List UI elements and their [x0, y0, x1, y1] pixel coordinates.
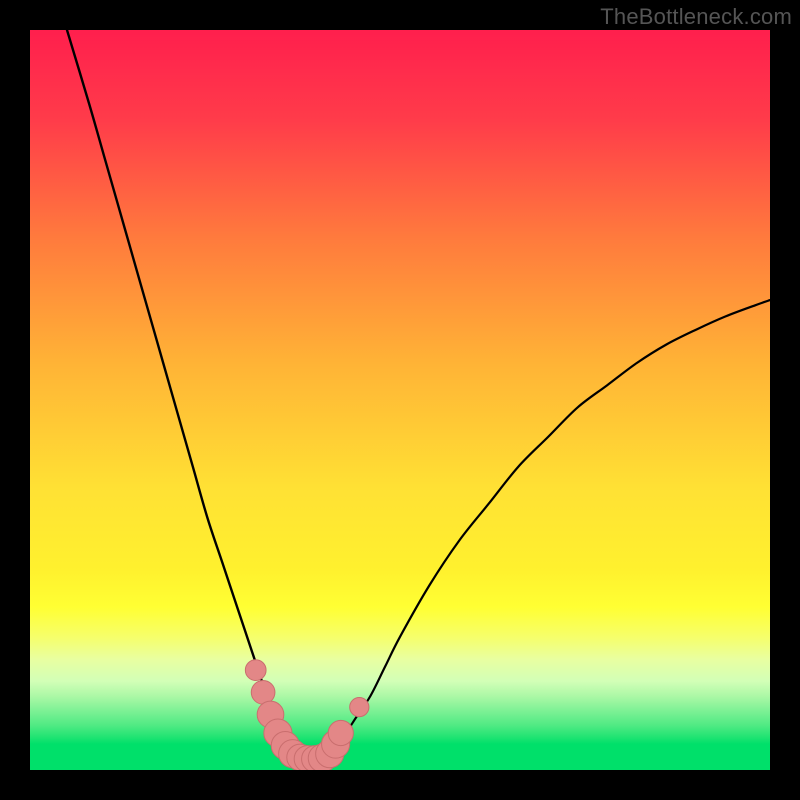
valley-marker: [251, 680, 275, 704]
chart-canvas: [30, 30, 770, 770]
valley-marker: [350, 697, 369, 716]
bottleneck-chart: [30, 30, 770, 770]
valley-marker: [245, 660, 266, 681]
gradient-background: [30, 30, 770, 770]
valley-marker: [328, 720, 353, 745]
attribution-label: TheBottleneck.com: [600, 4, 792, 30]
